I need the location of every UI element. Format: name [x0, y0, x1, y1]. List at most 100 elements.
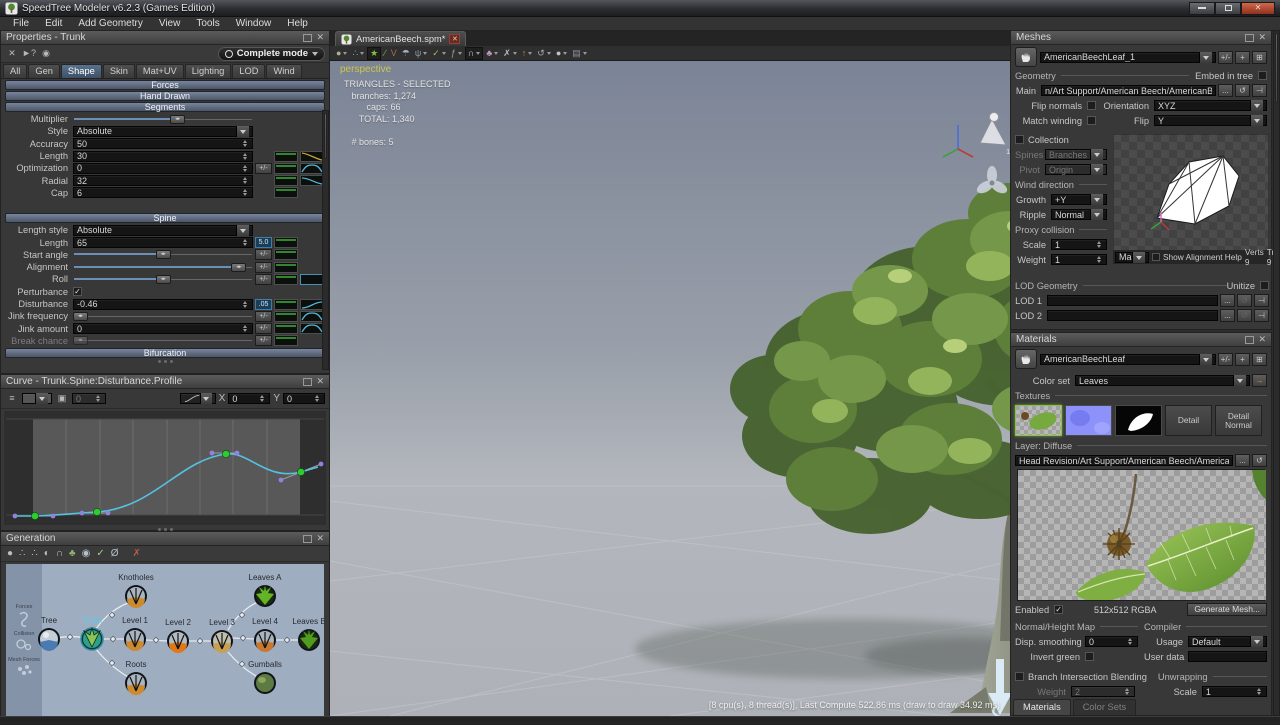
tab-close-icon[interactable]: ✕: [449, 34, 460, 44]
mushroom-tool-icon[interactable]: ♣: [486, 47, 492, 59]
disturbance-variance-curve[interactable]: [274, 299, 298, 310]
optimization-input[interactable]: 0: [73, 163, 253, 174]
close-panel-icon[interactable]: ✕: [316, 377, 324, 386]
flip-normals-checkbox[interactable]: [1087, 101, 1096, 110]
roll-slider[interactable]: ◂▸: [73, 274, 253, 285]
tab-wind[interactable]: Wind: [266, 64, 301, 78]
notes-icon[interactable]: ▤: [572, 47, 581, 59]
curve-mode-dropdown[interactable]: [22, 393, 52, 404]
eye-icon[interactable]: ◉: [82, 547, 91, 561]
lod2-browse-button[interactable]: ...: [1220, 309, 1235, 322]
mesh-drag-button[interactable]: [1015, 47, 1037, 67]
curve-x-input[interactable]: 0: [228, 393, 270, 404]
tab-lod[interactable]: LOD: [232, 64, 265, 78]
roll-curve[interactable]: [274, 274, 298, 285]
radial-variance-curve[interactable]: [274, 175, 298, 186]
user-data-field[interactable]: [1188, 651, 1267, 662]
collection-checkbox[interactable]: [1015, 135, 1024, 144]
color-set-dropdown[interactable]: Leaves: [1075, 375, 1250, 386]
material-plusminus-button[interactable]: +/-: [1218, 353, 1233, 366]
close-panel-icon[interactable]: ✕: [316, 534, 324, 543]
pivot-dropdown[interactable]: Origin: [1045, 164, 1107, 175]
branch-tool-icon[interactable]: V: [391, 47, 397, 59]
cut-tool-icon[interactable]: ✗: [503, 47, 511, 59]
tab-materials-bottom[interactable]: Materials: [1013, 699, 1071, 715]
diffuse-path-field[interactable]: Head Revision/Art Support/American Beech…: [1015, 455, 1233, 466]
normal-texture-thumbnail[interactable]: [1065, 405, 1112, 436]
radial-input[interactable]: 32: [73, 175, 253, 186]
multiplier-slider[interactable]: ◂▸: [73, 114, 253, 125]
break-chance-slider[interactable]: ◂▸: [73, 335, 253, 346]
trees-icon[interactable]: ♣: [69, 547, 76, 561]
spine-length-curve[interactable]: [274, 237, 298, 248]
accuracy-input[interactable]: 50: [73, 138, 253, 149]
alignment-slider[interactable]: ◂▸: [73, 262, 253, 273]
diffuse-texture-thumbnail[interactable]: [1015, 405, 1062, 436]
node-roots[interactable]: Roots: [125, 660, 147, 695]
generate-mesh-button[interactable]: Generate Mesh...: [1187, 603, 1267, 616]
menu-view[interactable]: View: [152, 18, 188, 29]
menu-tools[interactable]: Tools: [189, 18, 226, 29]
disturbance-profile-curve[interactable]: [300, 299, 324, 310]
lod1-path-field[interactable]: [1047, 295, 1218, 306]
detail-normal-texture-button[interactable]: Detail Normal: [1215, 405, 1262, 436]
browse-button[interactable]: ...: [1218, 84, 1233, 97]
minimize-button[interactable]: [1189, 2, 1215, 15]
unwrap-scale-input[interactable]: 1: [1202, 686, 1267, 697]
usage-dropdown[interactable]: Default: [1188, 636, 1267, 647]
material-selector-dropdown[interactable]: AmericanBeechLeaf: [1040, 354, 1216, 365]
enabled-checkbox[interactable]: ✓: [1054, 605, 1063, 614]
disp-smoothing-input[interactable]: 0: [1085, 636, 1138, 647]
alignment-curve[interactable]: [274, 262, 298, 273]
cap-variance-curve[interactable]: [274, 187, 298, 198]
diffuse-browse-button[interactable]: ...: [1235, 454, 1250, 467]
viewport-3d[interactable]: 1.00 perspective TRIANGLES - SELECTED br…: [330, 61, 1010, 716]
tab-lighting[interactable]: Lighting: [185, 64, 232, 78]
lod2-path-field[interactable]: [1047, 310, 1218, 321]
menu-add-geometry[interactable]: Add Geometry: [71, 18, 149, 29]
leaf-tool-icon[interactable]: ★: [370, 47, 378, 59]
grass-tool-icon[interactable]: ∕: [384, 47, 386, 59]
node-tree[interactable]: Tree: [38, 616, 60, 651]
whats-this-icon[interactable]: ►?: [22, 47, 36, 60]
invert-green-checkbox[interactable]: [1085, 652, 1094, 661]
menu-help[interactable]: Help: [280, 18, 315, 29]
generation-node-graph[interactable]: Forces Collision Mesh Forces: [6, 564, 324, 722]
spine-length-input[interactable]: 65: [73, 237, 253, 248]
lod1-assign-icon[interactable]: ⊣: [1254, 294, 1269, 307]
menu-window[interactable]: Window: [229, 18, 279, 29]
mesh-preview[interactable]: Main Show Alignment Help Verts 9 Tris 9: [1113, 134, 1269, 264]
curve-preset-dropdown[interactable]: [180, 393, 216, 404]
node-edit-icon[interactable]: ∴: [352, 47, 358, 59]
close-panel-icon[interactable]: ✕: [1258, 335, 1266, 344]
enable-icon[interactable]: ✓: [96, 547, 104, 561]
spines-dropdown[interactable]: Branches: [1045, 149, 1107, 160]
section-spine[interactable]: Spine: [5, 213, 325, 223]
float-panel-icon[interactable]: [303, 34, 312, 42]
palette-collision-label[interactable]: Collision: [14, 631, 35, 637]
material-add-button[interactable]: +: [1235, 353, 1250, 366]
float-panel-icon[interactable]: [1245, 336, 1254, 344]
disturbance-variance-badge[interactable]: .05: [255, 299, 272, 310]
node-trunk[interactable]: Trunk: [81, 616, 103, 650]
right-panel-scrollbar[interactable]: [1273, 30, 1280, 716]
curve-editor-canvas[interactable]: [4, 411, 326, 525]
tab-matuv[interactable]: Mat+UV: [136, 64, 184, 78]
palette-mesh-forces-label[interactable]: Mesh Forces: [8, 657, 40, 663]
jink-frequency-slider[interactable]: ◂▸: [73, 311, 253, 322]
start-angle-curve[interactable]: [274, 249, 298, 260]
curve-steps-input[interactable]: 0: [72, 393, 106, 404]
roll-variance-button[interactable]: +/-: [255, 274, 272, 285]
main-mesh-path-field[interactable]: n/Art Support/American Beech/AmericanBee…: [1041, 85, 1216, 96]
lock-icon[interactable]: Ø: [111, 547, 119, 561]
length-style-dropdown[interactable]: Absolute: [73, 225, 253, 236]
growth-dropdown[interactable]: +Y: [1051, 194, 1107, 205]
draw-tool-icon[interactable]: ✓: [432, 47, 440, 59]
sphere-view-icon[interactable]: ●: [556, 47, 561, 59]
sphere-icon[interactable]: ◐: [44, 547, 50, 561]
lod2-reload-icon[interactable]: ↺: [1237, 309, 1252, 322]
mesh-copy-button[interactable]: ⊞: [1252, 51, 1267, 64]
section-hand-drawn[interactable]: Hand Drawn: [5, 91, 325, 101]
mesh-selector-dropdown[interactable]: AmericanBeechLeaf_1: [1040, 52, 1216, 63]
break-chance-variance-button[interactable]: +/-: [255, 335, 272, 346]
